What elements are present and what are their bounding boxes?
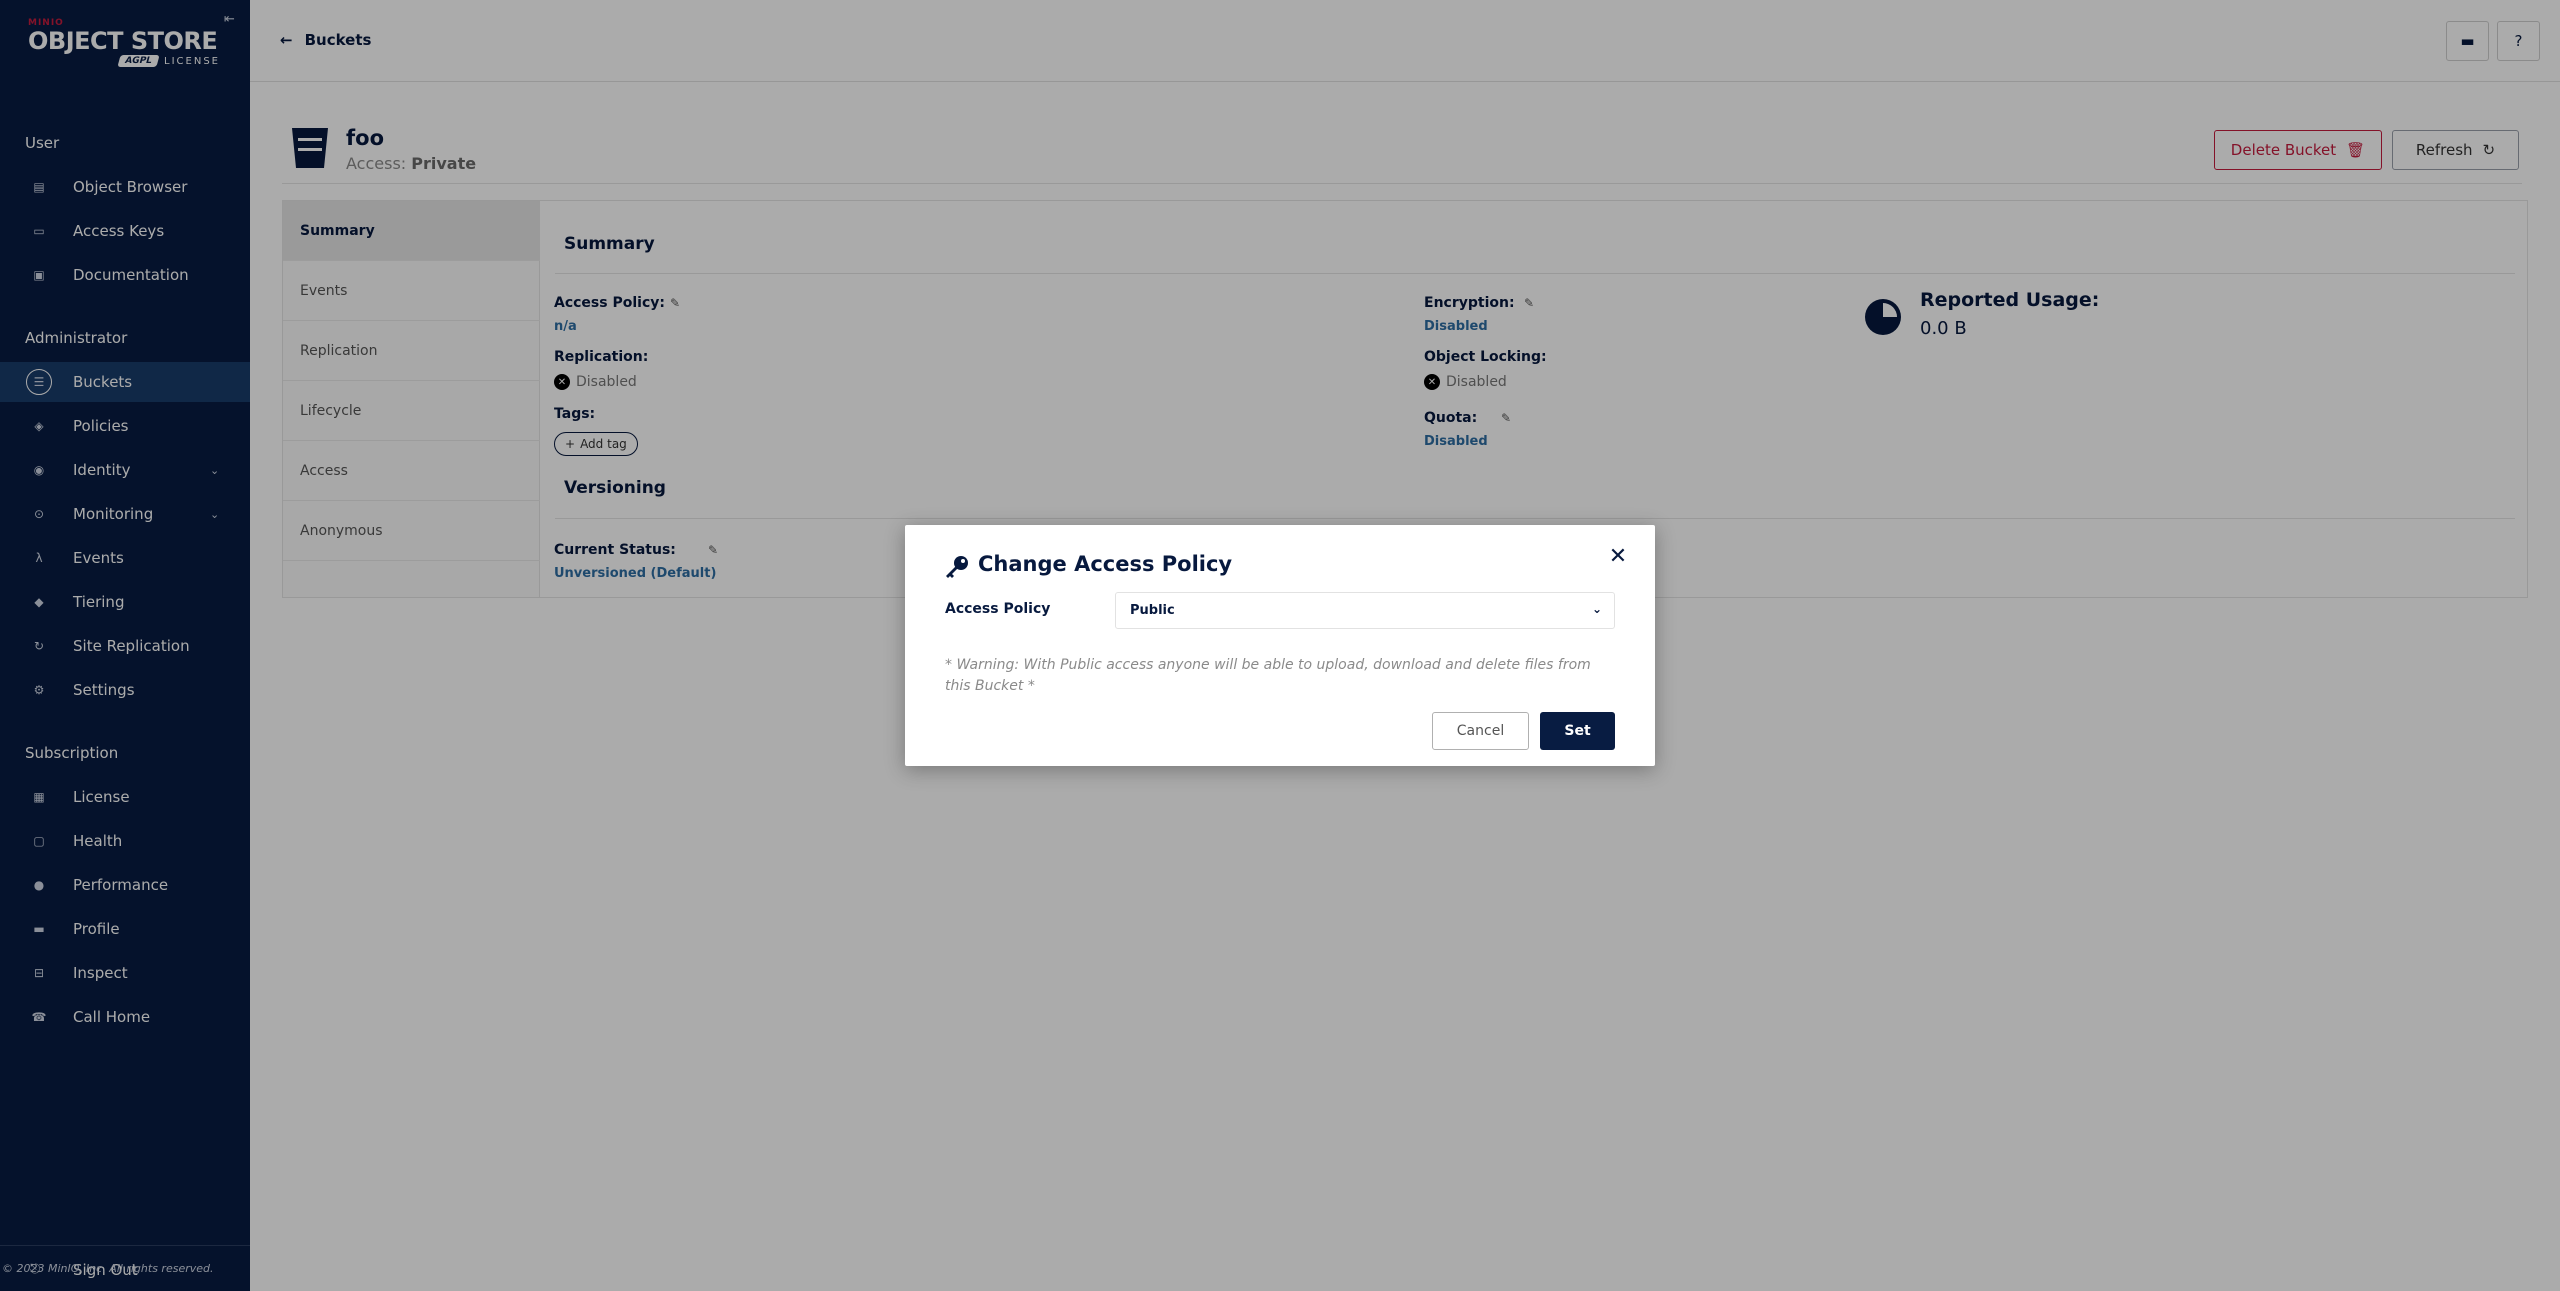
close-icon: ✕ [1608, 543, 1628, 569]
chevron-down-icon: ⌄ [1591, 602, 1602, 616]
close-modal-button[interactable]: ✕ [1604, 542, 1632, 570]
key-icon [946, 556, 968, 578]
change-access-policy-modal: Change Access Policy ✕ Access Policy Pub… [905, 525, 1655, 766]
modal-title: Change Access Policy [978, 552, 1233, 576]
cancel-button[interactable]: Cancel [1432, 712, 1529, 750]
public-access-warning: * Warning: With Public access anyone wil… [945, 657, 1591, 694]
access-policy-field-label: Access Policy [945, 601, 1051, 617]
access-policy-select[interactable]: Public ⌄ [1115, 592, 1615, 629]
access-policy-selected: Public [1130, 603, 1175, 618]
set-button[interactable]: Set [1540, 712, 1615, 750]
